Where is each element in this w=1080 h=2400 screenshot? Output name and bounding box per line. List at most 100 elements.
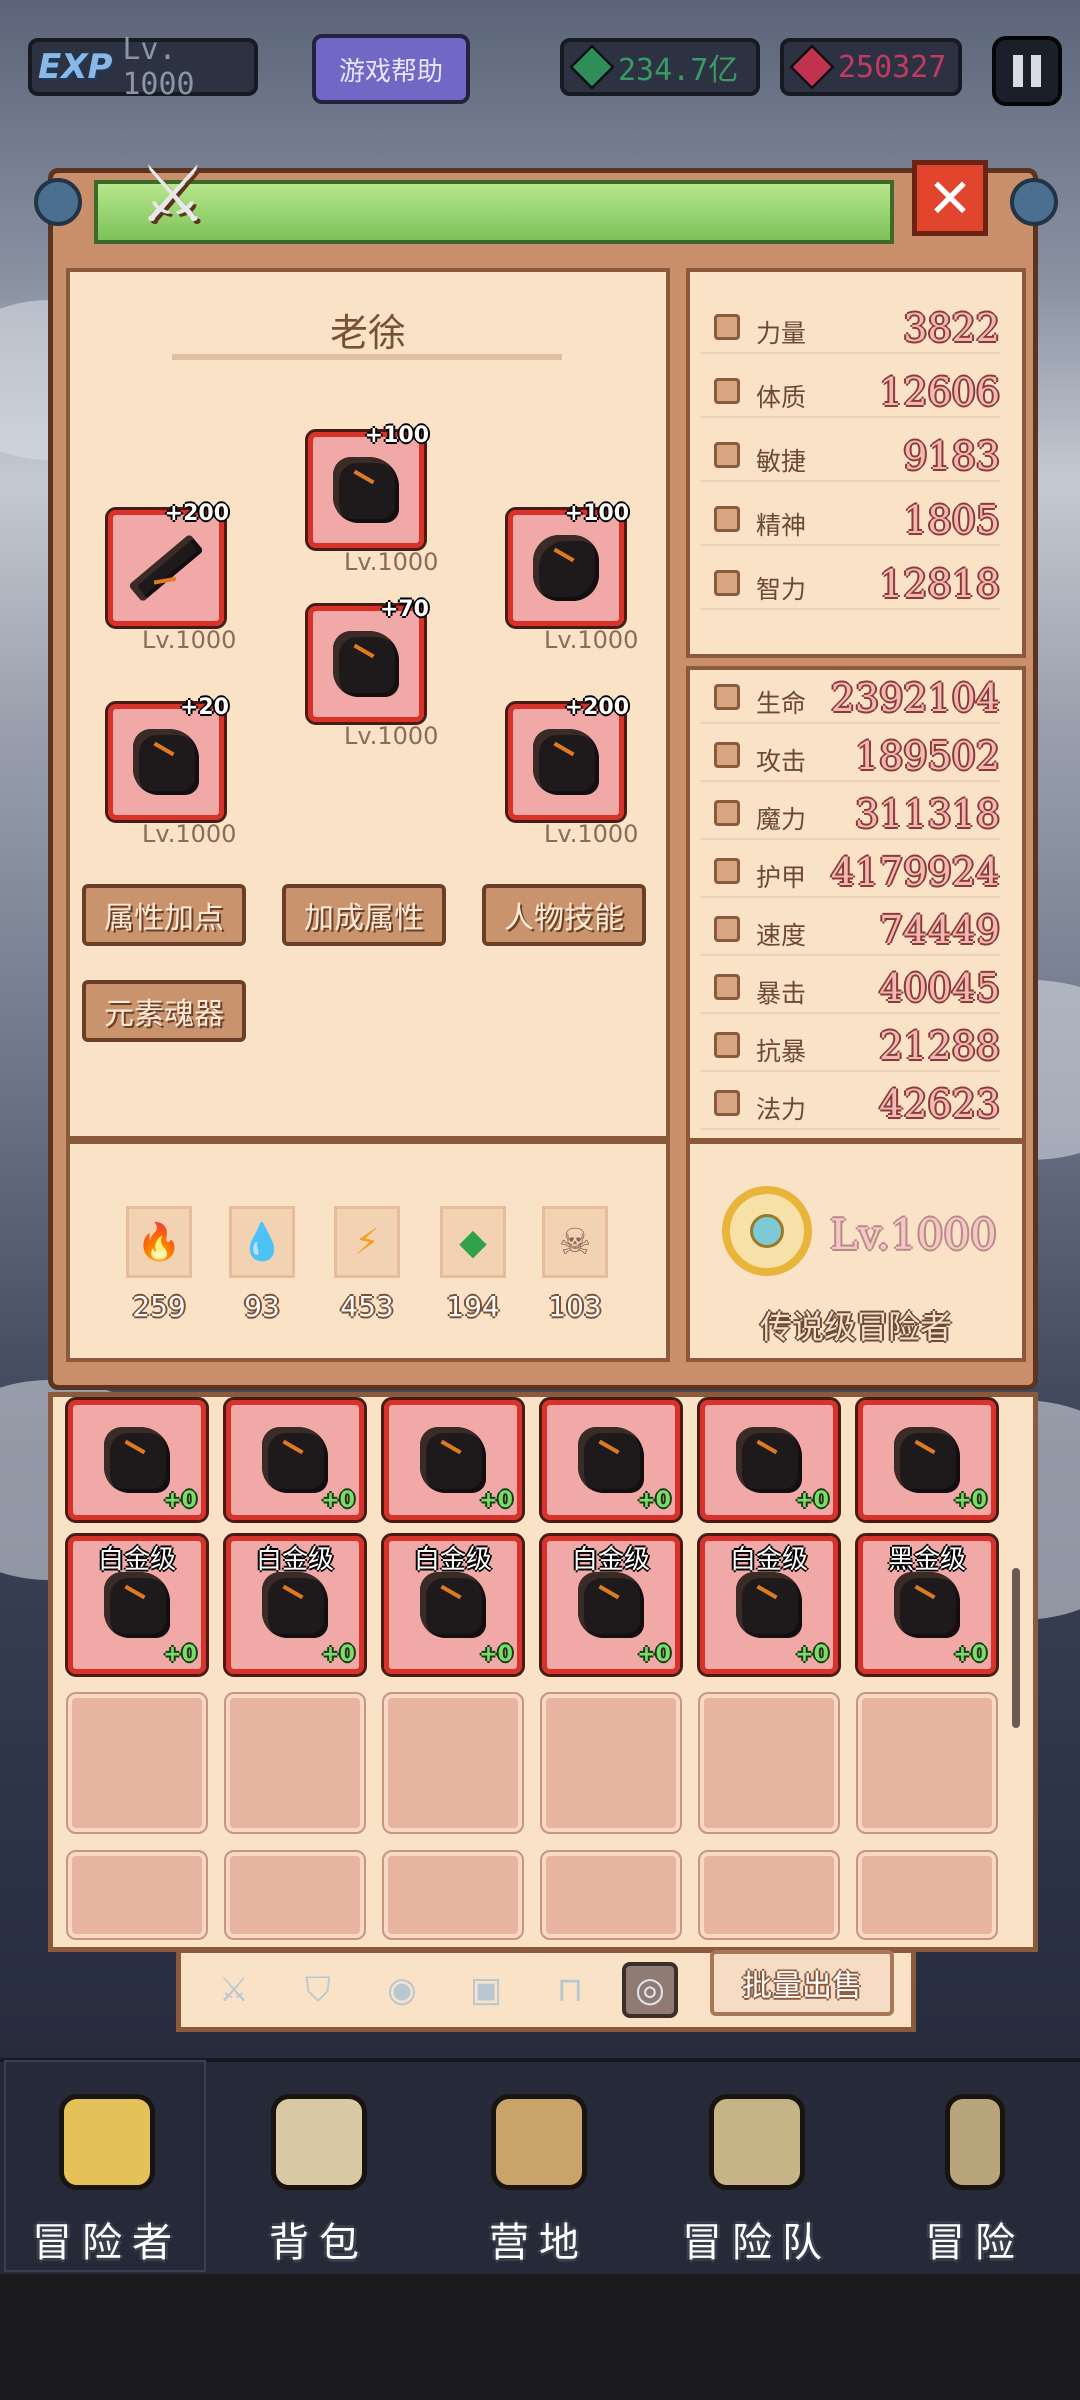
empty-slot[interactable] xyxy=(540,1850,682,1940)
rank-level: Lv.1000 xyxy=(830,1210,997,1259)
item-enhance-level: +0 xyxy=(637,1488,671,1513)
armor-icon[interactable]: ▣ xyxy=(458,1962,514,2018)
stat-row-spirit: 精神 1805 xyxy=(700,496,1000,546)
gloves-icon xyxy=(133,729,199,795)
dark-count: 103 xyxy=(548,1290,602,1323)
game-help-button[interactable]: 游戏帮助 xyxy=(312,34,470,104)
inventory-scrollbar[interactable] xyxy=(1012,1568,1020,1728)
armor-icon xyxy=(578,1572,644,1638)
armor-icon xyxy=(420,1572,486,1638)
backpack-icon xyxy=(271,2094,367,2190)
empty-slot[interactable] xyxy=(698,1850,840,1940)
item-enhance-level: +0 xyxy=(795,1642,829,1667)
stat-row-crit-resist: 抗暴 21288 xyxy=(700,1022,1000,1072)
nav-label: 冒险 xyxy=(925,2220,1025,2266)
boots-icon[interactable]: ⊓ xyxy=(542,1962,598,2018)
empty-slot[interactable] xyxy=(66,1692,208,1834)
stat-label: 魔力 xyxy=(756,805,807,834)
inventory-item[interactable]: +0 xyxy=(65,1397,209,1523)
equip-slot-helmet[interactable]: +100 xyxy=(305,423,429,551)
brain-icon xyxy=(714,570,740,596)
equip-slot-weapon[interactable]: +200 xyxy=(105,501,229,629)
bulk-sell-button[interactable]: 批量出售 xyxy=(710,1950,894,2016)
stat-label: 生命 xyxy=(756,689,807,718)
inventory-item[interactable]: +0 xyxy=(855,1397,999,1523)
inventory-item[interactable]: +0 xyxy=(381,1397,525,1523)
inventory-item[interactable]: 黑金级 +0 xyxy=(855,1533,999,1677)
item-grade: 白金级 xyxy=(97,1545,176,1575)
empty-slot[interactable] xyxy=(382,1850,524,1940)
empty-slot[interactable] xyxy=(540,1692,682,1834)
fire-element-icon[interactable]: 🔥 xyxy=(126,1206,192,1278)
nav-camp[interactable]: 营地 xyxy=(436,2060,642,2272)
ruby-icon xyxy=(789,44,835,90)
enhance-level: +100 xyxy=(564,501,629,526)
equip-slot-shield[interactable]: +100 xyxy=(505,501,629,629)
item-grade: 白金级 xyxy=(413,1545,492,1575)
empty-slot[interactable] xyxy=(224,1692,366,1834)
stat-row-constitution: 体质 12606 xyxy=(700,368,1000,418)
stat-row-attack: 攻击 189502 xyxy=(700,732,1000,782)
bonus-attributes-button[interactable]: 加成属性 xyxy=(282,884,446,946)
stat-label: 精神 xyxy=(756,511,807,540)
inventory-item[interactable]: +0 xyxy=(697,1397,841,1523)
inventory-item[interactable]: 白金级 +0 xyxy=(539,1533,683,1677)
empty-slot[interactable] xyxy=(66,1850,208,1940)
stat-value: 12818 xyxy=(879,562,1000,606)
lightning-count: 453 xyxy=(340,1290,394,1323)
inventory-item[interactable]: 白金级 +0 xyxy=(697,1533,841,1677)
water-count: 93 xyxy=(244,1290,280,1323)
rank-emblem-icon xyxy=(722,1186,812,1276)
empty-slot[interactable] xyxy=(382,1692,524,1834)
enhance-level: +200 xyxy=(164,501,229,526)
lightning-element-icon[interactable]: ⚡ xyxy=(334,1206,400,1278)
inventory-item[interactable]: 白金级 +0 xyxy=(381,1533,525,1677)
nav-adventure[interactable]: 冒险 xyxy=(872,2060,1078,2272)
nature-element-icon[interactable]: ◆ xyxy=(440,1206,506,1278)
stat-row-magic: 魔力 311318 xyxy=(700,790,1000,840)
equip-slot-boots[interactable]: +200 xyxy=(505,695,629,823)
empty-slot[interactable] xyxy=(856,1692,998,1834)
sword-icon[interactable]: ⚔ xyxy=(206,1962,262,2018)
element-soul-button[interactable]: 元素魂器 xyxy=(82,980,246,1042)
character-skills-button[interactable]: 人物技能 xyxy=(482,884,646,946)
inventory-item[interactable]: 白金级 +0 xyxy=(65,1533,209,1677)
attribute-points-button[interactable]: 属性加点 xyxy=(82,884,246,946)
dark-element-icon[interactable]: ☠ xyxy=(542,1206,608,1278)
helmet-icon xyxy=(333,457,399,523)
inventory-item[interactable]: +0 xyxy=(223,1397,367,1523)
stat-row-crit: 暴击 40045 xyxy=(700,964,1000,1014)
close-button[interactable]: ✕ xyxy=(912,160,988,236)
stat-label: 护甲 xyxy=(756,863,807,892)
system-bar xyxy=(0,2274,1080,2400)
close-icon: ✕ xyxy=(927,166,973,230)
stat-value: 1805 xyxy=(903,498,1000,542)
nav-team[interactable]: 冒险队 xyxy=(654,2060,860,2272)
equip-level: Lv.1000 xyxy=(344,548,439,576)
heart-icon xyxy=(714,684,740,710)
nav-label: 营地 xyxy=(489,2220,589,2266)
boots-icon xyxy=(533,729,599,795)
stat-value: 4179924 xyxy=(830,850,1000,894)
water-element-icon[interactable]: 💧 xyxy=(229,1206,295,1278)
empty-slot[interactable] xyxy=(224,1850,366,1940)
pause-button[interactable] xyxy=(992,36,1062,106)
inventory-item[interactable]: 白金级 +0 xyxy=(223,1533,367,1677)
top-bar: EXP Lv. 1000 游戏帮助 234.7亿 250327 xyxy=(0,0,1080,130)
divider xyxy=(172,354,562,360)
item-enhance-level: +0 xyxy=(163,1488,197,1513)
shield-icon[interactable]: ⛉ xyxy=(290,1962,346,2018)
nav-backpack[interactable]: 背包 xyxy=(216,2060,422,2272)
star-icon xyxy=(714,1090,740,1116)
boot-icon xyxy=(714,442,740,468)
crown-icon xyxy=(59,2094,155,2190)
helmet-icon[interactable]: ◉ xyxy=(374,1962,430,2018)
nav-adventurer[interactable]: 冒险者 xyxy=(4,2060,210,2272)
equip-slot-gloves[interactable]: +20 xyxy=(105,695,229,823)
inventory-item[interactable]: +0 xyxy=(539,1397,683,1523)
equip-slot-armor[interactable]: +70 xyxy=(305,597,429,725)
empty-slot[interactable] xyxy=(698,1692,840,1834)
player-level: Lv. 1000 xyxy=(122,32,195,102)
ring-icon[interactable]: ◎ xyxy=(622,1962,678,2018)
empty-slot[interactable] xyxy=(856,1850,998,1940)
